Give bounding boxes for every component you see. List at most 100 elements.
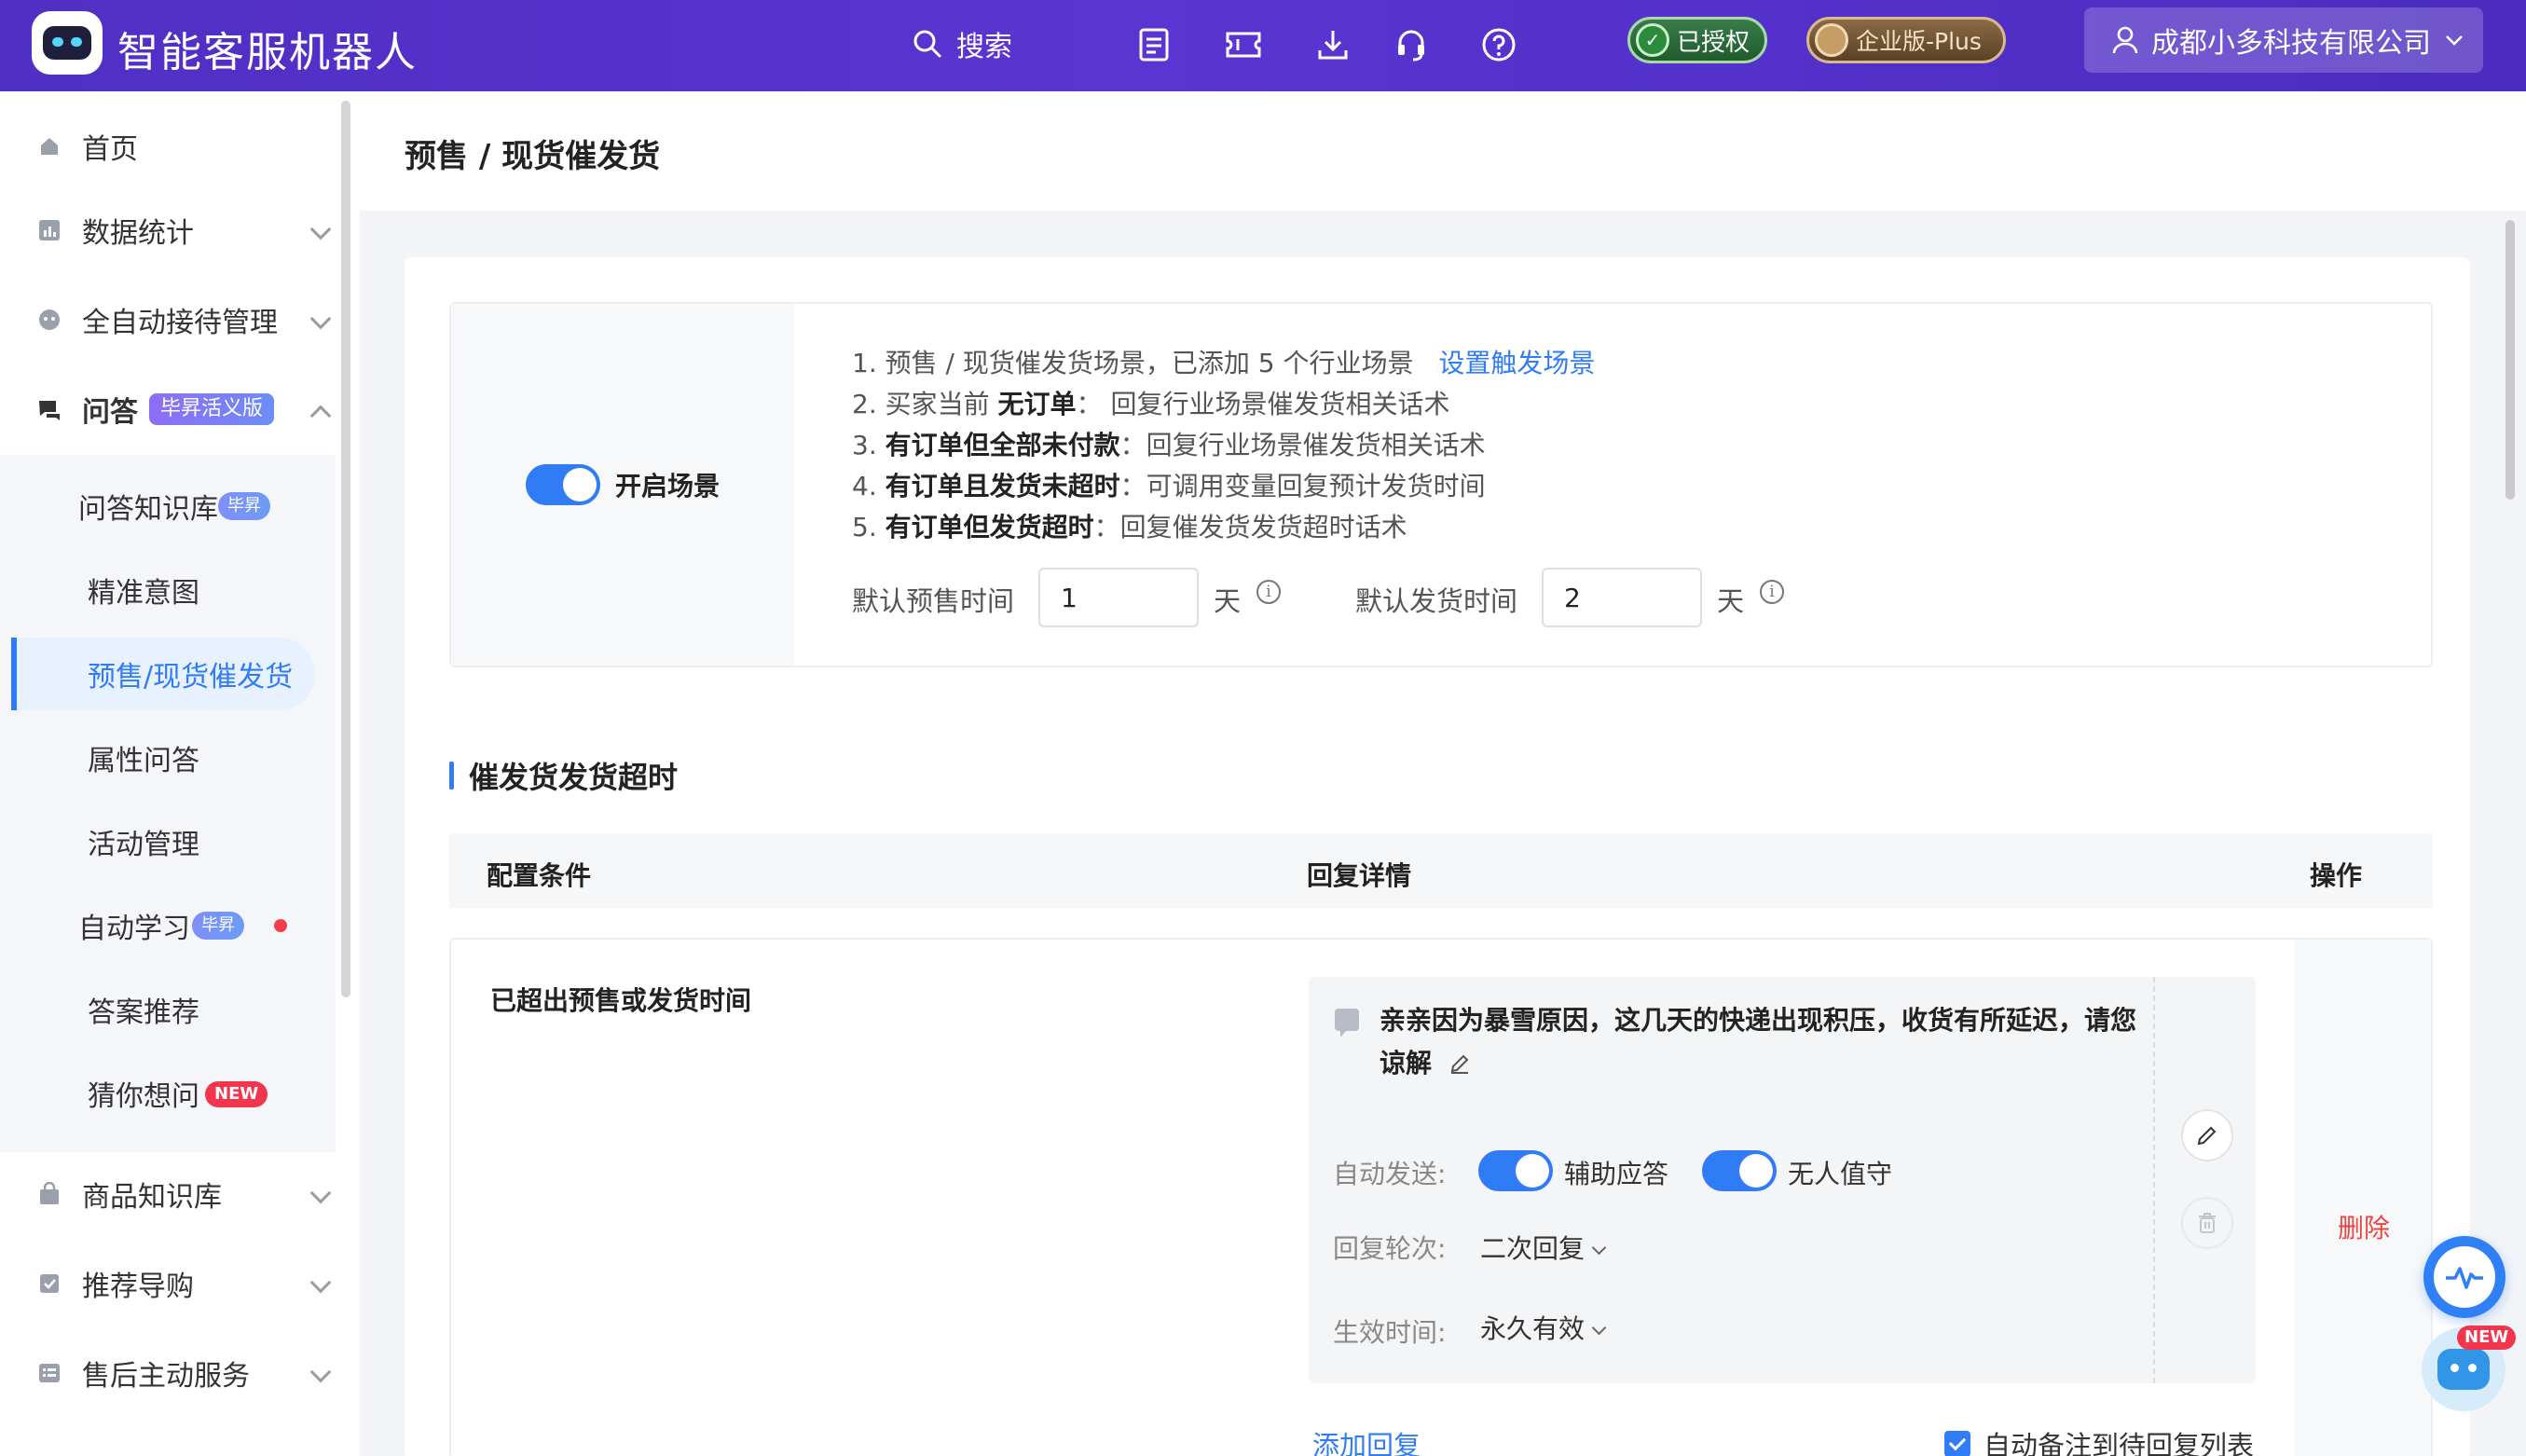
main-scrollbar[interactable] (2505, 220, 2515, 500)
sidebar-item-qa[interactable]: 问答 毕昇活义版 (0, 367, 336, 451)
bot-icon (2437, 1349, 2490, 1390)
sidebar-subitem-guess-questions[interactable]: 猜你想问 NEW (0, 1057, 336, 1130)
app-title: 智能客服机器人 (117, 29, 418, 76)
building-icon (1815, 23, 1848, 57)
rule-line-3: 3. 有订单但全部未付款：回复行业场景催发货相关话术 (852, 430, 1486, 460)
pencil-icon (2197, 1126, 2217, 1146)
ship-time-label: 默认发货时间 (1355, 585, 1518, 617)
bot-icon (39, 309, 60, 330)
sidebar-item-home[interactable]: 首页 (0, 104, 336, 188)
presale-time-label: 默认预售时间 (852, 585, 1015, 617)
unattended-label: 无人值守 (1788, 1159, 1893, 1189)
presale-time-input[interactable] (1038, 568, 1199, 627)
chevron-down-icon (309, 218, 332, 240)
scene-enable-toggle[interactable] (526, 464, 600, 505)
chevron-down-icon (1591, 1240, 1607, 1256)
effective-time-label: 生效时间: (1333, 1317, 1447, 1348)
assist-reply-label: 辅助应答 (1564, 1159, 1669, 1189)
sidebar-item-auto-reception[interactable]: 全自动接待管理 (0, 278, 336, 362)
checkbox-checked-icon[interactable] (1944, 1431, 1970, 1456)
section-marker (449, 762, 454, 790)
auto-send-label: 自动发送: (1333, 1159, 1447, 1189)
beta-tag: 毕昇活义版 (149, 393, 275, 425)
list-icon[interactable] (1130, 21, 1178, 69)
auto-note-checkbox[interactable]: 自动备注到待回复列表 (1944, 1424, 2254, 1456)
chat-icon (39, 401, 60, 420)
sidebar-item-product-knowledge[interactable]: 商品知识库 (0, 1152, 336, 1236)
trash-icon (2199, 1213, 2216, 1233)
ship-unit: 天 (1717, 585, 1745, 617)
authorized-badge: ✓ 已授权 (1627, 17, 1767, 63)
sidebar-item-aftersale[interactable]: 售后主动服务 (0, 1331, 336, 1415)
header-search-button[interactable]: 搜索 (912, 21, 1012, 67)
assist-reply-toggle[interactable] (1478, 1150, 1553, 1191)
page-title: 预售 / 现货催发货 (405, 138, 661, 175)
delete-reply-button[interactable] (2181, 1197, 2233, 1249)
effective-time-select[interactable]: 永久有效 (1480, 1309, 1607, 1346)
app-logo (32, 11, 103, 75)
chevron-down-icon (1591, 1320, 1607, 1336)
sidebar-scrollbar[interactable] (341, 101, 350, 997)
edit-icon[interactable] (1448, 1052, 1471, 1075)
info-icon[interactable]: i (1760, 580, 1784, 604)
unattended-toggle[interactable] (1702, 1150, 1777, 1191)
download-icon[interactable] (1309, 21, 1357, 69)
column-header-condition: 配置条件 (487, 860, 592, 891)
chart-icon (39, 220, 60, 240)
sidebar-subitem-presale-shipping[interactable]: 预售/现货催发货 (0, 638, 336, 710)
reply-round-label: 回复轮次: (1333, 1233, 1447, 1264)
company-dropdown[interactable]: 成都小多科技有限公司 (2084, 7, 2483, 73)
set-trigger-scene-link[interactable]: 设置触发场景 (1438, 348, 1595, 378)
column-header-reply: 回复详情 (1307, 860, 1412, 891)
pulse-icon (2446, 1267, 2483, 1289)
presale-unit: 天 (1214, 585, 1242, 617)
sidebar-subitem-precise-intent[interactable]: 精准意图 (0, 554, 336, 626)
ship-time-input[interactable] (1542, 568, 1702, 627)
condition-text: 已超出预售或发货时间 (490, 985, 752, 1016)
search-icon (913, 30, 941, 58)
reply-text[interactable]: 亲亲因为暴雪原因，这几天的快递出现积压，收货有所延迟，请您谅解 (1380, 999, 2144, 1085)
edit-reply-button[interactable] (2181, 1109, 2233, 1161)
check-icon: ✓ (1636, 23, 1669, 57)
info-icon[interactable]: i (1256, 580, 1281, 604)
edition-badge: 企业版-Plus (1806, 17, 2006, 63)
ticket-icon[interactable] (1219, 21, 1268, 69)
service-icon (39, 1364, 60, 1382)
top-header: 智能客服机器人 搜索 ✓ 已授权 企业版-Plus 成都小多科技有限公司 (0, 0, 2526, 91)
chevron-down-icon (309, 1271, 332, 1294)
reply-divider (2153, 977, 2155, 1383)
new-tag: NEW (205, 1081, 268, 1107)
rule-line-5: 5. 有订单但发货超时：回复催发货发货超时话术 (852, 512, 1407, 543)
delete-row-link[interactable]: 删除 (2338, 1208, 2390, 1245)
new-tag: NEW (2457, 1326, 2517, 1350)
float-monitor-button[interactable] (2423, 1236, 2505, 1318)
table-header (449, 833, 2433, 908)
chevron-down-icon (309, 1361, 332, 1383)
actions-cell (2295, 940, 2431, 1456)
beta-tag: 毕昇 (218, 492, 270, 520)
notification-dot (274, 919, 287, 932)
home-icon (41, 138, 58, 155)
guide-icon (40, 1274, 59, 1293)
help-icon[interactable] (1475, 21, 1523, 69)
rule-line-1: 1. 预售 / 现货催发货场景，已添加 5 个行业场景 设置触发场景 (852, 348, 1596, 378)
chevron-down-icon (309, 308, 332, 330)
sidebar-subitem-auto-learning[interactable]: 自动学习 毕昇 (0, 889, 336, 962)
rule-line-2: 2. 买家当前 无订单： 回复行业场景催发货相关话术 (852, 389, 1450, 419)
page-header (360, 91, 2526, 211)
sidebar-item-shopping-guide[interactable]: 推荐导购 (0, 1242, 336, 1326)
sidebar-subitem-activity[interactable]: 活动管理 (0, 805, 336, 878)
reply-round-select[interactable]: 二次回复 (1480, 1229, 1607, 1266)
sidebar-item-statistics[interactable]: 数据统计 (0, 188, 336, 272)
sidebar-subitem-attribute-qa[interactable]: 属性问答 (0, 721, 336, 794)
scene-toggle-label: 开启场景 (615, 471, 721, 501)
add-reply-link[interactable]: 添加回复 (1312, 1424, 1421, 1456)
chevron-down-icon (2446, 35, 2463, 46)
chevron-up-icon (309, 405, 332, 427)
chevron-down-icon (309, 1182, 332, 1204)
user-icon (2112, 26, 2138, 54)
sidebar-subitem-answer-recommend[interactable]: 答案推荐 (0, 973, 336, 1046)
headset-icon[interactable] (1387, 21, 1435, 69)
column-header-actions: 操作 (2310, 860, 2363, 891)
sidebar-subitem-qa-knowledge[interactable]: 问答知识库 毕昇 (0, 470, 336, 543)
